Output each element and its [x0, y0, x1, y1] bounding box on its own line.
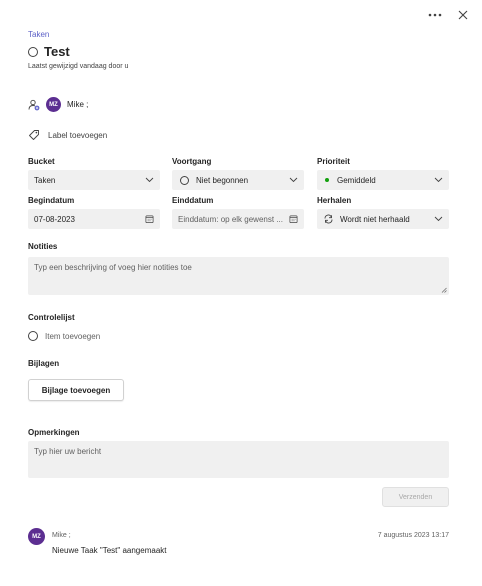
repeat-icon — [323, 214, 334, 224]
close-icon[interactable] — [454, 6, 472, 24]
chevron-down-icon — [434, 215, 443, 224]
calendar-icon[interactable] — [289, 215, 298, 224]
notes-textarea[interactable]: Typ een beschrijving of voeg hier notiti… — [28, 257, 449, 295]
repeat-dropdown[interactable]: Wordt niet herhaald — [317, 209, 449, 229]
last-modified-text: Laatst gewijzigd vandaag door u — [28, 63, 129, 70]
chevron-down-icon — [289, 176, 298, 185]
add-label-button[interactable]: Label toevoegen — [28, 129, 107, 141]
complete-task-checkbox[interactable] — [28, 46, 38, 57]
avatar: MZ — [28, 528, 45, 545]
repeat-value: Wordt niet herhaald — [340, 214, 410, 224]
attachments-label: Bijlagen — [28, 359, 60, 368]
breadcrumb[interactable]: Taken — [28, 30, 49, 39]
comment-timestamp: 7 augustus 2023 13:17 — [377, 532, 449, 539]
priority-value: Gemiddeld — [337, 175, 376, 185]
notes-label: Notities — [28, 242, 58, 251]
task-title[interactable]: Test — [44, 44, 70, 59]
comment-placeholder: Typ hier uw bericht — [34, 447, 102, 456]
assignee-row: MZ Mike ; — [28, 97, 88, 112]
more-options-icon[interactable] — [426, 6, 444, 24]
add-label-text: Label toevoegen — [48, 130, 108, 140]
priority-dropdown[interactable]: Gemiddeld — [317, 170, 449, 190]
checklist-circle-icon — [28, 331, 38, 341]
start-date-label: Begindatum — [28, 196, 75, 205]
start-date-input[interactable]: 07-08-2023 — [28, 209, 160, 229]
start-date-value: 07-08-2023 — [34, 214, 75, 224]
notes-placeholder: Typ een beschrijving of voeg hier notiti… — [34, 263, 192, 272]
bucket-label: Bucket — [28, 157, 55, 166]
chevron-down-icon — [434, 176, 443, 185]
bucket-value: Taken — [34, 175, 56, 185]
progress-label: Voortgang — [172, 157, 212, 166]
add-item-text: Item toevoegen — [45, 331, 101, 341]
assignee-name[interactable]: Mike ; — [67, 100, 88, 109]
window-actions — [426, 6, 472, 24]
comment-author: Mike ; — [52, 532, 71, 539]
comment-text: Nieuwe Taak "Test" aangemaakt — [52, 546, 167, 555]
end-date-label: Einddatum — [172, 196, 214, 205]
end-date-placeholder: Einddatum: op elk gewenst ... — [178, 214, 283, 224]
progress-dropdown[interactable]: Niet begonnen — [172, 170, 304, 190]
assign-user-icon[interactable] — [28, 99, 40, 111]
priority-dot-icon — [325, 178, 329, 182]
send-button[interactable]: Verzenden — [382, 487, 449, 507]
avatar[interactable]: MZ — [46, 97, 61, 112]
end-date-input[interactable]: Einddatum: op elk gewenst ... — [172, 209, 304, 229]
checklist-label: Controlelijst — [28, 313, 75, 322]
chevron-down-icon — [145, 176, 154, 185]
add-checklist-item[interactable]: Item toevoegen — [28, 331, 100, 341]
calendar-icon[interactable] — [145, 215, 154, 224]
repeat-label: Herhalen — [317, 196, 352, 205]
title-row: Test — [28, 44, 70, 59]
bucket-dropdown[interactable]: Taken — [28, 170, 160, 190]
not-started-icon — [180, 175, 189, 185]
resize-handle-icon[interactable] — [441, 287, 447, 293]
add-attachment-button[interactable]: Bijlage toevoegen — [28, 379, 124, 401]
priority-label: Prioriteit — [317, 157, 350, 166]
tag-icon — [28, 129, 40, 141]
comment-textarea[interactable]: Typ hier uw bericht — [28, 441, 449, 478]
progress-value: Niet begonnen — [196, 175, 249, 185]
comments-label: Opmerkingen — [28, 428, 80, 437]
